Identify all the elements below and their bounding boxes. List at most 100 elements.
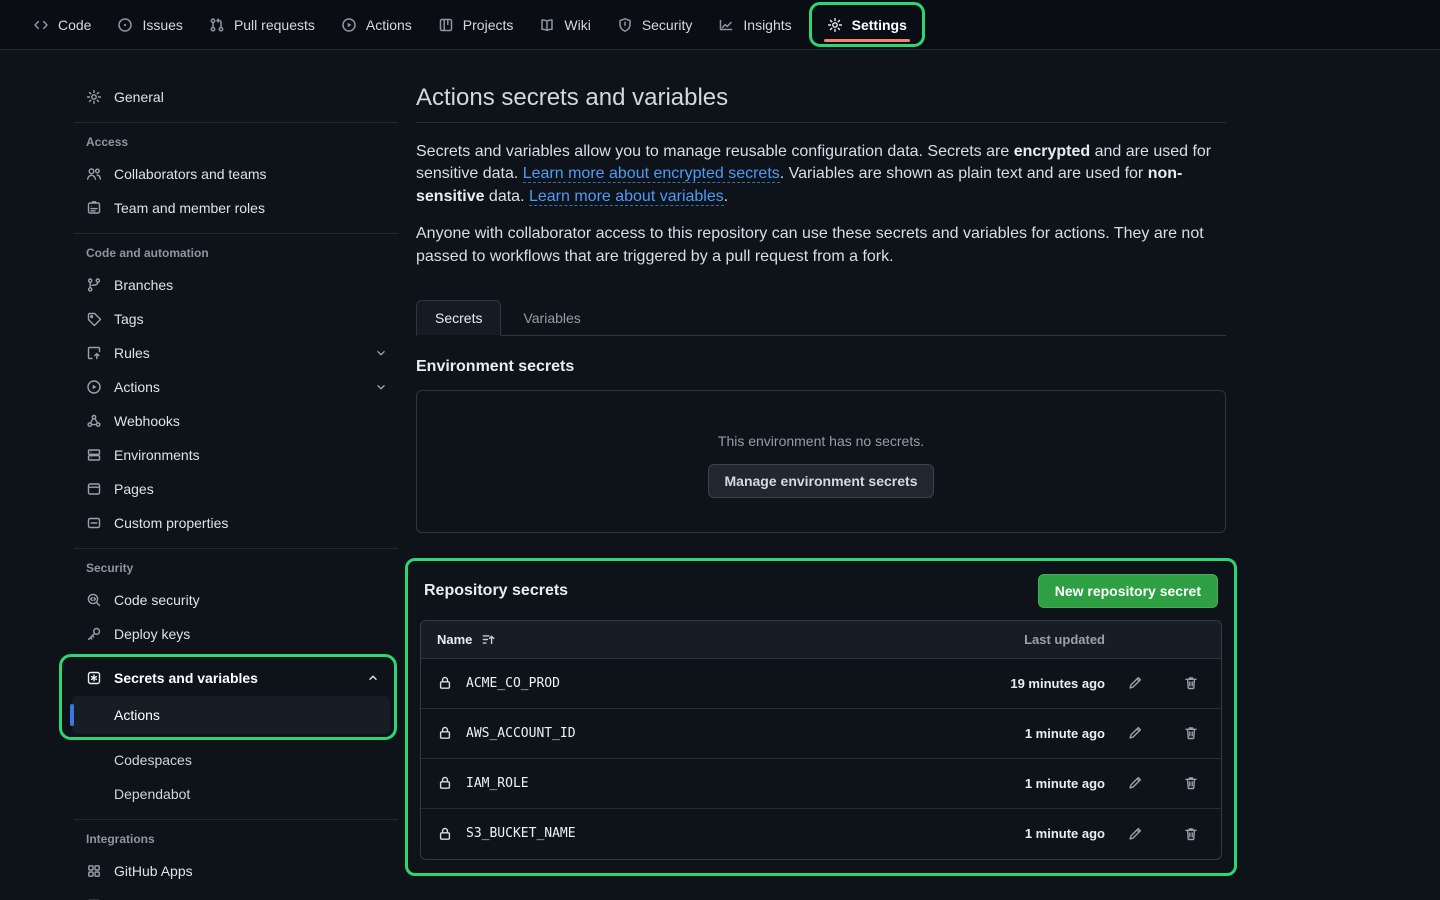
code-icon bbox=[33, 17, 49, 33]
tab-variables[interactable]: Variables bbox=[501, 301, 602, 335]
sidebar-item-label: Deploy keys bbox=[114, 626, 190, 642]
repository-secrets-table: Name Last updated ACME_CO_PROD 19 minute… bbox=[420, 620, 1222, 860]
sidebar-item-webhooks[interactable]: Webhooks bbox=[66, 404, 398, 438]
name-column-header: Name bbox=[437, 632, 496, 647]
sidebar-item-tags[interactable]: Tags bbox=[66, 302, 398, 336]
sidebar-item-pages[interactable]: Pages bbox=[66, 472, 398, 506]
name-column-label: Name bbox=[437, 632, 472, 647]
settings-content: Actions secrets and variables Secrets an… bbox=[416, 50, 1226, 900]
edit-secret-button[interactable] bbox=[1127, 675, 1143, 691]
people-icon bbox=[86, 166, 102, 182]
nav-tab-security[interactable]: Security bbox=[604, 0, 706, 49]
sidebar-item-label: Tags bbox=[114, 311, 144, 327]
play-icon bbox=[341, 17, 357, 33]
graph-icon bbox=[718, 17, 734, 33]
key-asterisk-icon bbox=[86, 670, 102, 686]
environment-secrets-heading: Environment secrets bbox=[416, 358, 1226, 376]
sidebar-item-actions[interactable]: Actions bbox=[66, 370, 398, 404]
sidebar-item-label: Pages bbox=[114, 481, 154, 497]
edit-secret-button[interactable] bbox=[1127, 775, 1143, 791]
delete-secret-button[interactable] bbox=[1183, 725, 1199, 741]
secret-last-updated: 1 minute ago bbox=[975, 776, 1105, 791]
trash-icon bbox=[1183, 725, 1199, 741]
gear-icon bbox=[86, 89, 102, 105]
sidebar-item-label: Rules bbox=[114, 345, 150, 361]
last-updated-column-header: Last updated bbox=[975, 632, 1105, 647]
sidebar-divider bbox=[74, 548, 398, 549]
nav-tab-label: Wiki bbox=[564, 17, 590, 33]
pencil-icon bbox=[1127, 826, 1143, 842]
nav-tab-issues[interactable]: Issues bbox=[104, 0, 195, 49]
intro-paragraph: Secrets and variables allow you to manag… bbox=[416, 141, 1226, 208]
sidebar-item-custom-properties[interactable]: Custom properties bbox=[66, 506, 398, 540]
sidebar-divider bbox=[74, 819, 398, 820]
repository-secrets-heading: Repository secrets bbox=[424, 582, 568, 600]
project-table-icon bbox=[438, 17, 454, 33]
gear-icon bbox=[827, 17, 843, 33]
nav-tab-label: Pull requests bbox=[234, 17, 315, 33]
collaborator-note-paragraph: Anyone with collaborator access to this … bbox=[416, 223, 1226, 268]
tag-icon bbox=[86, 311, 102, 327]
new-repository-secret-button[interactable]: New repository secret bbox=[1038, 574, 1218, 608]
nav-tab-projects[interactable]: Projects bbox=[425, 0, 527, 49]
sidebar-item-email-notifications[interactable]: Email notifications bbox=[66, 888, 398, 900]
sidebar-item-general[interactable]: General bbox=[66, 80, 398, 114]
sidebar-divider bbox=[74, 122, 398, 123]
intro-text: Secrets and variables allow you to manag… bbox=[416, 143, 1014, 160]
nav-tab-settings[interactable]: Settings bbox=[812, 5, 922, 44]
edit-secret-button[interactable] bbox=[1127, 826, 1143, 842]
lock-icon bbox=[437, 725, 453, 741]
nav-tab-pull-requests[interactable]: Pull requests bbox=[196, 0, 328, 49]
trash-icon bbox=[1183, 775, 1199, 791]
sidebar-item-label: Collaborators and teams bbox=[114, 166, 267, 182]
nav-tab-actions[interactable]: Actions bbox=[328, 0, 425, 49]
secret-row-actions bbox=[1127, 725, 1199, 741]
sidebar-section-security: Security bbox=[86, 561, 398, 575]
sort-ascending-icon[interactable] bbox=[481, 632, 496, 647]
sidebar-section-code-automation: Code and automation bbox=[86, 246, 398, 260]
link-encrypted-secrets[interactable]: Learn more about encrypted secrets bbox=[523, 165, 780, 183]
nav-tab-wiki[interactable]: Wiki bbox=[526, 0, 603, 49]
sidebar-item-github-apps[interactable]: GitHub Apps bbox=[66, 854, 398, 888]
sidebar-item-code-security[interactable]: Code security bbox=[66, 583, 398, 617]
nav-tab-label: Settings bbox=[852, 17, 907, 33]
sidebar-subitem-codespaces[interactable]: Codespaces bbox=[66, 743, 398, 777]
secret-name-text: AWS_ACCOUNT_ID bbox=[466, 726, 576, 741]
delete-secret-button[interactable] bbox=[1183, 775, 1199, 791]
sidebar-item-rules[interactable]: Rules bbox=[66, 336, 398, 370]
delete-secret-button[interactable] bbox=[1183, 826, 1199, 842]
sidebar-subitem-actions-selected[interactable]: Actions bbox=[72, 696, 390, 734]
sidebar-section-access: Access bbox=[86, 135, 398, 149]
git-branch-icon bbox=[86, 277, 102, 293]
nav-tab-insights[interactable]: Insights bbox=[705, 0, 804, 49]
webhook-icon bbox=[86, 413, 102, 429]
sidebar-item-label: Code security bbox=[114, 592, 200, 608]
sidebar-item-label: Custom properties bbox=[114, 515, 228, 531]
nav-tab-code[interactable]: Code bbox=[20, 0, 104, 49]
tab-secrets[interactable]: Secrets bbox=[416, 300, 501, 336]
delete-secret-button[interactable] bbox=[1183, 675, 1199, 691]
trash-icon bbox=[1183, 675, 1199, 691]
secret-name: S3_BUCKET_NAME bbox=[437, 826, 576, 842]
secret-name-text: IAM_ROLE bbox=[466, 776, 529, 791]
sidebar-item-team-roles[interactable]: Team and member roles bbox=[66, 191, 398, 225]
nav-tab-label: Insights bbox=[743, 17, 791, 33]
settings-annotation-ring: Settings bbox=[809, 2, 925, 47]
edit-secret-button[interactable] bbox=[1127, 725, 1143, 741]
pencil-icon bbox=[1127, 675, 1143, 691]
sidebar-item-collaborators[interactable]: Collaborators and teams bbox=[66, 157, 398, 191]
intro-text: data. bbox=[484, 188, 528, 205]
sidebar-item-label: Branches bbox=[114, 277, 173, 293]
link-variables[interactable]: Learn more about variables bbox=[529, 188, 724, 206]
sidebar-item-branches[interactable]: Branches bbox=[66, 268, 398, 302]
sidebar-item-deploy-keys[interactable]: Deploy keys bbox=[66, 617, 398, 651]
repo-top-nav: Code Issues Pull requests Actions Projec… bbox=[0, 0, 1440, 50]
sidebar-item-environments[interactable]: Environments bbox=[66, 438, 398, 472]
sidebar-item-label: Webhooks bbox=[114, 413, 180, 429]
sidebar-subitem-dependabot[interactable]: Dependabot bbox=[66, 777, 398, 811]
page-title: Actions secrets and variables bbox=[416, 84, 1226, 122]
sidebar-item-secrets-and-variables[interactable]: Secrets and variables bbox=[66, 660, 390, 696]
manage-environment-secrets-button[interactable]: Manage environment secrets bbox=[708, 464, 935, 498]
note-icon bbox=[86, 515, 102, 531]
sidebar-item-label: Environments bbox=[114, 447, 200, 463]
